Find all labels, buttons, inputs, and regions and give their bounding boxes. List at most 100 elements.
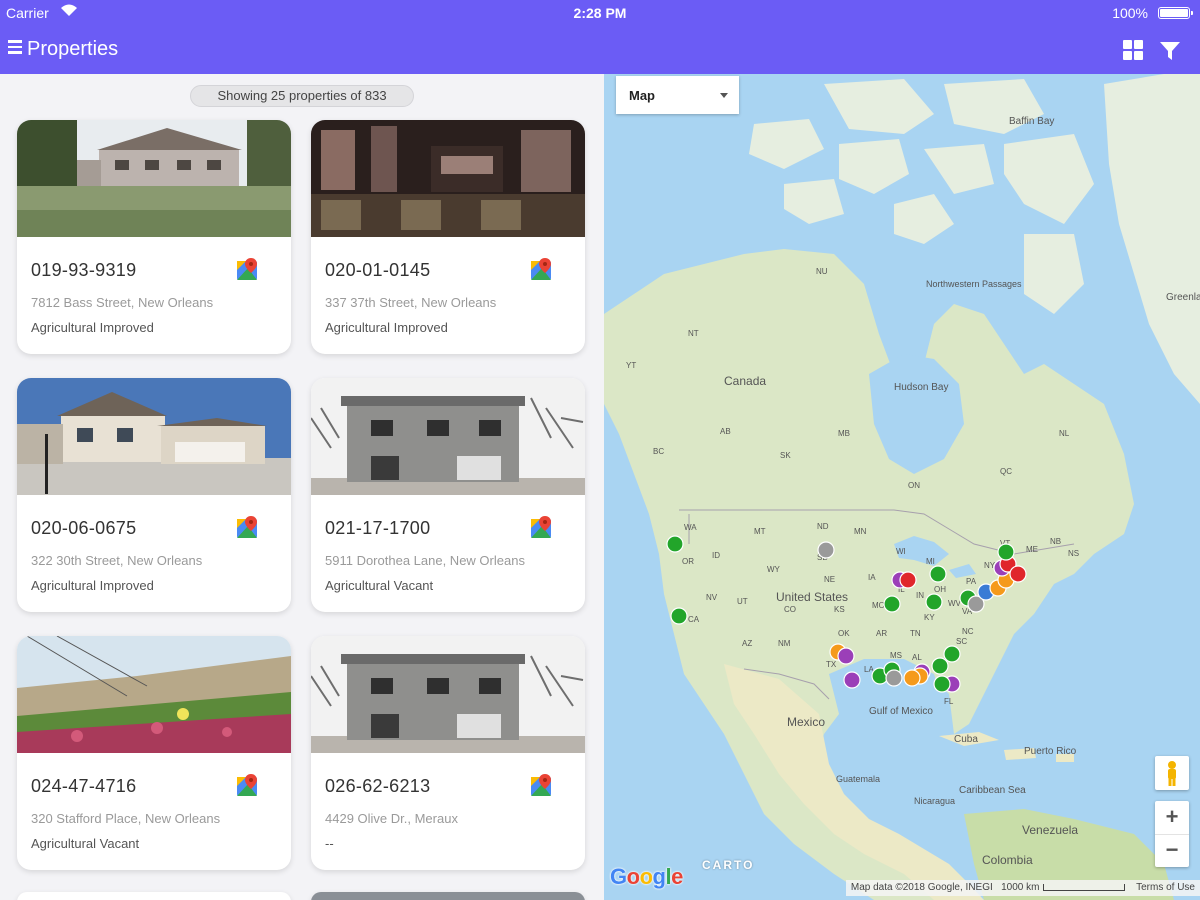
map-type-selector[interactable]: Map — [616, 76, 739, 114]
map-label: KS — [834, 605, 845, 614]
map-label: CO — [784, 605, 796, 614]
property-photo — [17, 636, 291, 753]
map-label: WY — [767, 565, 781, 574]
property-address: 7812 Bass Street, New Orleans — [31, 295, 214, 310]
map-label: OK — [838, 629, 850, 638]
page-title: Properties — [27, 38, 119, 60]
map-label: NS — [1068, 549, 1079, 558]
map-label: Guatemala — [836, 774, 880, 784]
clock: 2:28 PM — [573, 5, 627, 21]
map-label: NC — [962, 627, 974, 636]
map-label: IA — [868, 573, 876, 582]
map-view[interactable]: Baffin Bay Greenla Northwestern Passages… — [604, 74, 1200, 900]
map-label: MN — [854, 527, 867, 536]
google-maps-pin-icon[interactable] — [530, 516, 554, 540]
carto-logo: CARTO — [702, 858, 755, 872]
map-label: AB — [720, 427, 731, 436]
map-label: UT — [737, 597, 748, 606]
results-count-badge: Showing 25 properties of 833 — [190, 85, 414, 107]
map-marker — [817, 541, 835, 559]
property-card[interactable]: 020-01-0145 337 37th Street, New Orleans… — [311, 120, 585, 354]
map-label: YT — [626, 361, 636, 370]
property-id: 024-47-4716 — [31, 776, 137, 796]
menu-icon[interactable] — [8, 40, 22, 56]
map-marker — [666, 535, 684, 553]
zoom-out-button[interactable]: − — [1155, 834, 1189, 867]
zoom-in-button[interactable]: + — [1155, 801, 1189, 835]
property-type: Agricultural Improved — [325, 320, 448, 335]
map-label: MT — [754, 527, 766, 536]
google-maps-pin-icon[interactable] — [530, 258, 554, 282]
map-label: SC — [956, 637, 967, 646]
map-label: MS — [890, 651, 902, 660]
map-label: Hudson Bay — [894, 382, 948, 393]
map-marker — [931, 657, 949, 675]
map-label: IN — [916, 591, 924, 600]
map-label: Canada — [724, 374, 766, 388]
map-label: PA — [966, 577, 977, 586]
map-label: AL — [912, 653, 922, 662]
property-id: 019-93-9319 — [31, 260, 137, 280]
google-maps-pin-icon[interactable] — [236, 774, 260, 798]
property-photo — [311, 120, 585, 237]
property-card[interactable]: 020-06-0675 322 30th Street, New Orleans… — [17, 378, 291, 612]
google-maps-pin-icon[interactable] — [236, 258, 260, 282]
map-marker — [883, 595, 901, 613]
property-list[interactable]: Showing 25 properties of 833 019-93-9319 — [0, 74, 604, 900]
property-id: 020-06-0675 — [31, 518, 137, 538]
map-attribution: Map data ©2018 Google, INEGI 1000 km Ter… — [845, 880, 1200, 896]
map-marker — [837, 647, 855, 665]
map-label: ON — [908, 481, 920, 490]
property-address: 337 37th Street, New Orleans — [325, 295, 497, 310]
map-label: Baffin Bay — [1009, 116, 1054, 127]
map-marker — [885, 669, 903, 687]
pegman-icon[interactable] — [1155, 756, 1189, 790]
map-label: Greenla — [1166, 292, 1200, 303]
app-header: Properties — [0, 26, 1200, 74]
map-scale-label: 1000 km — [1001, 882, 1040, 893]
map-label: Cuba — [954, 734, 978, 745]
property-card[interactable] — [311, 892, 585, 900]
map-marker — [899, 571, 917, 589]
map-label: Mexico — [787, 715, 825, 729]
map-label: FL — [944, 697, 954, 706]
property-card[interactable]: 026-62-6213 4429 Olive Dr., Meraux -- — [311, 636, 585, 870]
map-label: Colombia — [982, 853, 1033, 867]
property-photo — [311, 378, 585, 495]
map-marker — [843, 671, 861, 689]
chevron-down-icon — [720, 93, 728, 98]
map-label: NE — [824, 575, 835, 584]
map-canvas[interactable]: Baffin Bay Greenla Northwestern Passages… — [604, 74, 1200, 900]
property-card[interactable]: 024-47-4716 320 Stafford Place, New Orle… — [17, 636, 291, 870]
map-label: AZ — [742, 639, 752, 648]
map-label: MB — [838, 429, 850, 438]
battery-percentage: 100% — [1112, 5, 1148, 21]
property-card[interactable]: 021-17-1700 5911 Dorothea Lane, New Orle… — [311, 378, 585, 612]
map-label: OR — [682, 557, 694, 566]
filter-icon[interactable] — [1159, 40, 1181, 62]
map-label: NV — [706, 593, 718, 602]
map-data-credit: Map data ©2018 Google, INEGI — [850, 882, 993, 893]
map-scale-bar — [1043, 883, 1126, 891]
google-maps-pin-icon[interactable] — [236, 516, 260, 540]
property-type: -- — [325, 836, 334, 851]
map-label: MO — [872, 601, 885, 610]
property-id: 021-17-1700 — [325, 518, 431, 538]
property-card[interactable]: 019-93-9319 7812 Bass Street, New Orlean… — [17, 120, 291, 354]
property-photo — [311, 636, 585, 753]
terms-link[interactable]: Terms of Use — [1136, 882, 1195, 893]
map-label: BC — [653, 447, 664, 456]
map-marker — [925, 593, 943, 611]
property-type: Agricultural Vacant — [31, 836, 140, 851]
map-marker — [997, 543, 1015, 561]
map-label: TX — [826, 660, 837, 669]
map-label: United States — [776, 590, 848, 604]
google-maps-pin-icon[interactable] — [530, 774, 554, 798]
map-marker — [929, 565, 947, 583]
property-address: 322 30th Street, New Orleans — [31, 553, 203, 568]
property-card[interactable] — [17, 892, 291, 900]
map-marker — [943, 645, 961, 663]
map-label: WI — [896, 547, 906, 556]
grid-view-icon[interactable] — [1123, 40, 1143, 60]
property-address: 5911 Dorothea Lane, New Orleans — [325, 553, 525, 568]
